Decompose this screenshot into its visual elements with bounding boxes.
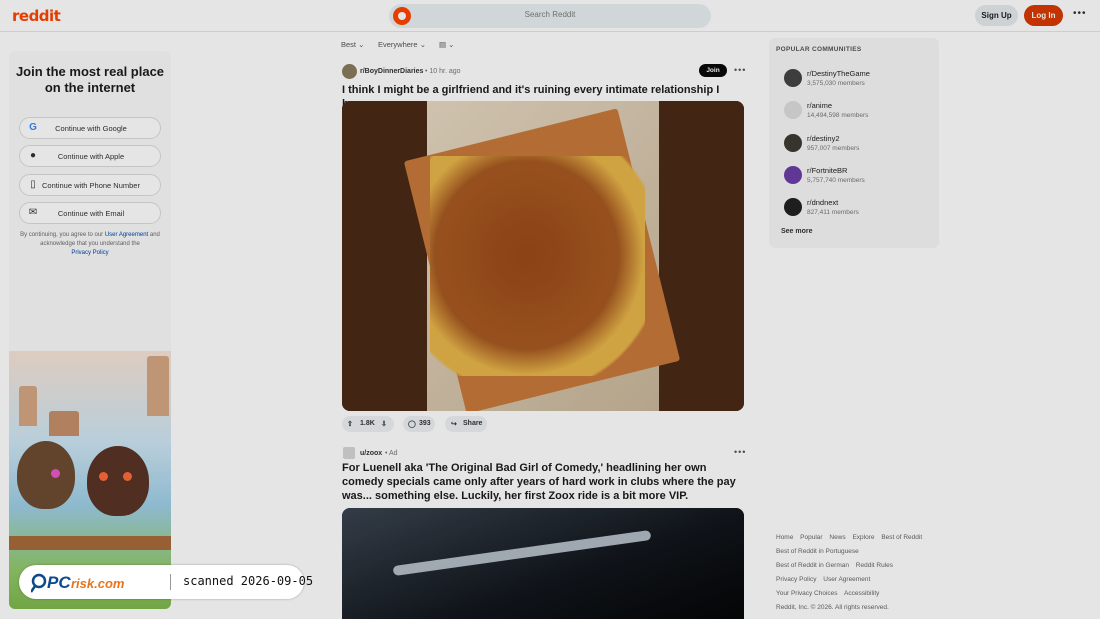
panel-title: POPULAR COMMUNITIES [776,46,862,53]
footer-link[interactable]: Popular [800,534,822,541]
footer-link[interactable]: Your Privacy Choices [776,590,838,597]
ad-video[interactable] [342,508,744,619]
user-agreement-link[interactable]: User Agreement [105,232,148,238]
sign-up-button[interactable]: Sign Up [975,5,1018,26]
pcrisk-logo: PC risk.com [31,573,125,593]
ad-post-title[interactable]: For Luenell aka 'The Original Bad Girl o… [342,461,742,503]
vote-control: ⇧ 1.8K ⇩ [342,416,394,432]
see-more-link[interactable]: See more [781,228,813,235]
ad-tag: • Ad [385,450,398,457]
footer-link[interactable]: User Agreement [823,576,870,583]
svg-text:risk.com: risk.com [71,576,125,591]
sort-dropdown[interactable]: Best ⌄ [341,40,364,49]
popular-communities-panel: POPULAR COMMUNITIES r/DestinyTheGame 3,5… [769,38,939,248]
footer-link[interactable]: Best of Reddit in German [776,562,849,569]
footer-link[interactable]: Best of Reddit in Portuguese [776,548,859,555]
view-icon[interactable]: ▤ ⌄ [439,40,454,49]
share-button[interactable]: ↪ Share [445,416,487,432]
post-image[interactable] [342,101,744,411]
log-in-button[interactable]: Log In [1024,5,1063,26]
post-time: • 10 hr. ago [425,68,461,75]
post-options-icon[interactable]: ••• [734,65,746,75]
advertiser-link[interactable]: u/zoox [360,450,382,457]
footer-link[interactable]: Best of Reddit [881,534,922,541]
scan-date: scanned 2026-09-05 [183,574,314,588]
continue-apple-button[interactable]: ● Continue with Apple [19,145,161,167]
upvote-icon[interactable]: ⇧ [347,420,353,428]
footer-links: Home Popular News Explore Best of Reddit… [776,531,946,615]
vote-count: 1.8K [360,420,375,427]
community-avatar [784,101,802,119]
comments-button[interactable]: ◯ 393 [403,416,435,432]
post-actions: ⇧ 1.8K ⇩ ◯ 393 ↪ Share [342,416,642,432]
copyright-text: Reddit, Inc. © 2026. All rights reserved… [776,604,889,611]
location-dropdown[interactable]: Everywhere ⌄ [378,40,426,49]
community-avatar [784,69,802,87]
continue-google-button[interactable]: G Continue with Google [19,117,161,139]
advertiser-avatar[interactable] [343,447,355,459]
signup-title: Join the most real place on the internet [15,64,165,95]
join-button[interactable]: Join [699,64,727,77]
footer-link[interactable]: Home [776,534,793,541]
footer-link[interactable]: Privacy Policy [776,576,816,583]
privacy-policy-link[interactable]: Privacy Policy [71,250,108,256]
community-avatar [784,166,802,184]
footer-link[interactable]: Accessibility [844,590,879,597]
community-avatar [784,134,802,152]
downvote-icon[interactable]: ⇩ [381,420,387,428]
community-item[interactable]: r/DestinyTheGame 3,575,030 members [783,68,933,90]
top-header: reddit Search Reddit Sign Up Log In ••• [0,0,1100,32]
ellipsis-icon[interactable]: ••• [1073,8,1087,19]
ad-post-header: u/zoox • Ad ••• [341,446,746,462]
community-avatar [784,198,802,216]
subreddit-link[interactable]: r/BoyDinnerDiaries [360,68,423,75]
community-item[interactable]: r/destiny2 957,007 members [783,133,933,155]
share-icon: ↪ [451,421,457,428]
footer-link[interactable]: News [829,534,845,541]
footer-link[interactable]: Reddit Rules [856,562,893,569]
subreddit-avatar[interactable] [342,64,357,79]
search-input[interactable]: Search Reddit [389,10,711,19]
search-bar[interactable]: Search Reddit [389,4,711,28]
post-options-icon[interactable]: ••• [734,447,746,457]
community-item[interactable]: r/dndnext 827,411 members [783,197,933,219]
post-header: r/BoyDinnerDiaries • 10 hr. ago Join ••• [341,64,746,80]
community-item[interactable]: r/anime 14,494,598 members [783,100,933,122]
reddit-logo[interactable]: reddit [12,7,61,25]
svg-text:PC: PC [47,573,71,592]
signup-panel: Join the most real place on the internet… [9,51,171,609]
continue-phone-button[interactable]: ▯ Continue with Phone Number [19,174,161,196]
pcrisk-watermark: PC risk.com scanned 2026-09-05 [19,565,313,599]
terms-text: By continuing, you agree to our User Agr… [20,232,160,256]
community-item[interactable]: r/FortniteBR 5,757,740 members [783,165,933,187]
footer-link[interactable]: Explore [852,534,874,541]
comment-icon: ◯ [408,421,416,428]
continue-email-button[interactable]: ✉ Continue with Email [19,202,161,224]
